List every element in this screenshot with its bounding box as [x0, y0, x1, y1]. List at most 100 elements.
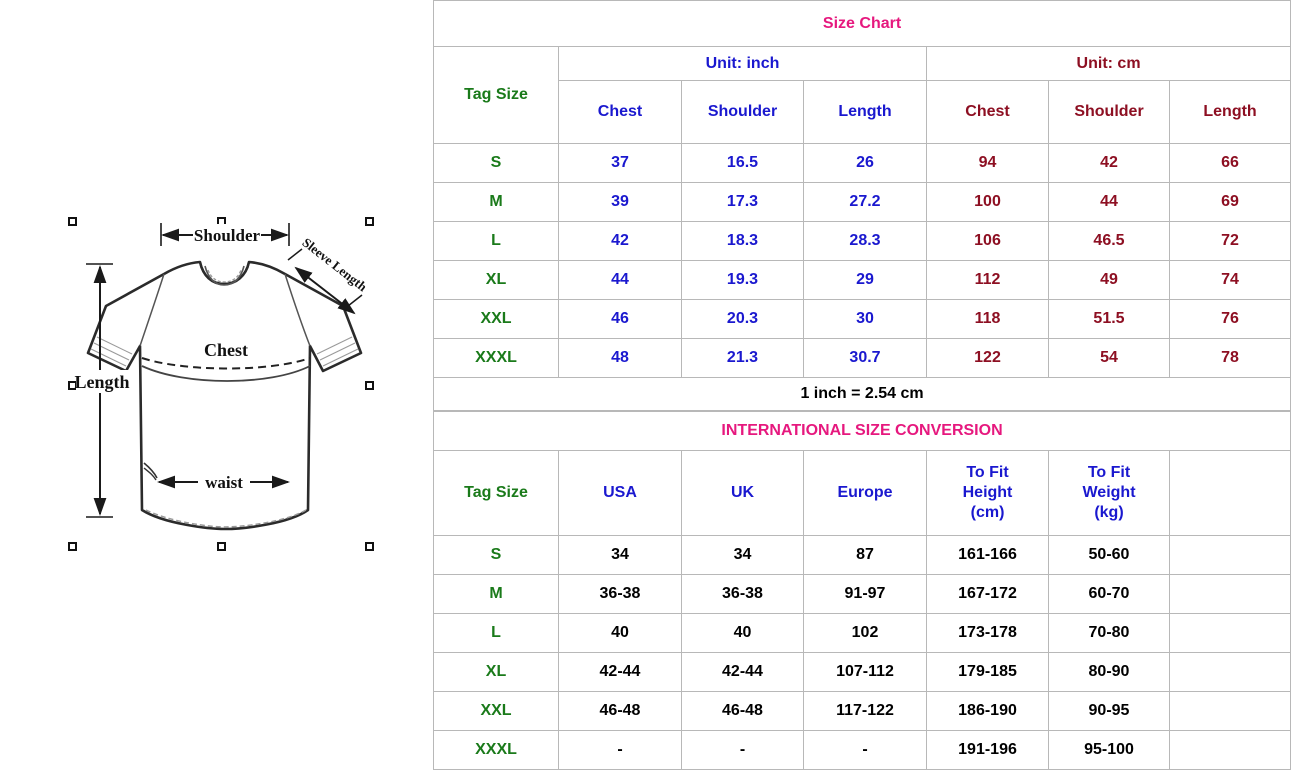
cell-shoulder-cm: 46.5 [1048, 221, 1170, 261]
cell-length-cm: 76 [1168, 299, 1292, 339]
cell-height: 161-166 [926, 535, 1049, 575]
cell-weight: 50-60 [1048, 535, 1170, 575]
cell-length-cm: 78 [1168, 338, 1292, 378]
intl-tag-size-header: Tag Size [433, 450, 559, 536]
international-title-row: INTERNATIONAL SIZE CONVERSION [432, 411, 1292, 451]
cell-chest-cm: 106 [926, 221, 1049, 261]
cell-weight: 60-70 [1048, 574, 1170, 614]
cell-length-inch: 29 [803, 260, 927, 300]
table-row: S 37 16.5 26 94 42 66 [433, 143, 1292, 183]
table-row: XXXL 48 21.3 30.7 122 54 78 [433, 338, 1292, 378]
intl-weight-header-line1: To Fit [1087, 464, 1131, 481]
header-chest-inch: Chest [558, 80, 682, 144]
svg-text:waist: waist [205, 473, 243, 492]
size-chart-table: Size Chart Tag Size Unit: inch Unit: cm … [432, 0, 1292, 411]
intl-uk-header: UK [681, 450, 804, 536]
header-shoulder-cm: Shoulder [1048, 80, 1170, 144]
intl-weight-header-line3: (kg) [1094, 504, 1124, 521]
unit-inch-header: Unit: inch [558, 46, 927, 81]
international-size-conversion-table: INTERNATIONAL SIZE CONVERSION Tag Size U… [432, 411, 1292, 770]
cell-uk: - [681, 730, 804, 770]
cell-length-inch: 30.7 [803, 338, 927, 378]
cell-shoulder-cm: 51.5 [1048, 299, 1170, 339]
cell-length-inch: 30 [803, 299, 927, 339]
table-row: XL 42-44 42-44 107-112 179-185 80-90 [433, 652, 1292, 692]
cell-europe: 102 [803, 613, 927, 653]
cell-weight: 95-100 [1048, 730, 1170, 770]
header-length-cm: Length [1168, 80, 1292, 144]
cell-length-inch: 26 [803, 143, 927, 183]
svg-text:Length: Length [74, 372, 129, 392]
cell-chest-cm: 100 [926, 182, 1049, 222]
table-row: XXL 46 20.3 30 118 51.5 76 [433, 299, 1292, 339]
cell-height: 173-178 [926, 613, 1049, 653]
table-row: XXL 46-48 46-48 117-122 186-190 90-95 [433, 691, 1292, 731]
cell-shoulder-cm: 42 [1048, 143, 1170, 183]
unit-header-row: Tag Size Unit: inch Unit: cm [433, 46, 1292, 144]
cell-tag-size: XXXL [433, 338, 559, 378]
cell-usa: 46-48 [558, 691, 682, 731]
cell-empty [1168, 574, 1292, 614]
intl-usa-header: USA [558, 450, 682, 536]
cell-tag-size: XXL [433, 299, 559, 339]
cell-tag-size: XXXL [433, 730, 559, 770]
cell-usa: 36-38 [558, 574, 682, 614]
cell-uk: 46-48 [681, 691, 804, 731]
cell-height: 179-185 [926, 652, 1049, 692]
cell-usa: 40 [558, 613, 682, 653]
inch-to-cm-note: 1 inch = 2.54 cm [432, 377, 1292, 411]
cell-uk: 34 [681, 535, 804, 575]
table-row: XL 44 19.3 29 112 49 74 [433, 260, 1292, 300]
cell-chest-inch: 42 [558, 221, 682, 261]
conversion-note-row: 1 inch = 2.54 cm [432, 377, 1292, 411]
size-chart-title-row: Size Chart [432, 0, 1292, 47]
cell-europe: 87 [803, 535, 927, 575]
svg-text:Sleeve Length: Sleeve Length [300, 235, 371, 295]
cell-length-cm: 72 [1168, 221, 1292, 261]
cell-empty [1168, 730, 1292, 770]
cell-length-inch: 27.2 [803, 182, 927, 222]
tshirt-diagram-panel: Shoulder Sleeve Length Chest Length wais… [0, 0, 433, 773]
cell-shoulder-inch: 16.5 [681, 143, 804, 183]
cell-empty [1168, 613, 1292, 653]
measure-header-row: Chest Shoulder Length Chest Shoulder Len… [434, 80, 1292, 144]
table-row: L 40 40 102 173-178 70-80 [433, 613, 1292, 653]
cell-tag-size: XL [433, 652, 559, 692]
size-tables-panel: Size Chart Tag Size Unit: inch Unit: cm … [432, 0, 1295, 773]
cell-tag-size: XL [433, 260, 559, 300]
cell-europe: - [803, 730, 927, 770]
table-row: M 36-38 36-38 91-97 167-172 60-70 [433, 574, 1292, 614]
cell-empty [1168, 652, 1292, 692]
table-row: M 39 17.3 27.2 100 44 69 [433, 182, 1292, 222]
size-chart-page: Shoulder Sleeve Length Chest Length wais… [0, 0, 1295, 773]
cell-height: 186-190 [926, 691, 1049, 731]
cell-tag-size: L [433, 613, 559, 653]
cell-tag-size: XXL [433, 691, 559, 731]
cell-europe: 107-112 [803, 652, 927, 692]
cell-height: 191-196 [926, 730, 1049, 770]
cell-empty [1168, 691, 1292, 731]
header-shoulder-inch: Shoulder [681, 80, 804, 144]
cell-shoulder-inch: 19.3 [681, 260, 804, 300]
svg-text:Shoulder: Shoulder [194, 226, 261, 245]
cell-tag-size: L [433, 221, 559, 261]
cell-chest-inch: 37 [558, 143, 682, 183]
cell-shoulder-inch: 17.3 [681, 182, 804, 222]
tag-size-header: Tag Size [433, 46, 559, 144]
cell-shoulder-inch: 20.3 [681, 299, 804, 339]
cell-shoulder-inch: 18.3 [681, 221, 804, 261]
intl-height-header-line1: To Fit [966, 464, 1009, 481]
header-chest-cm: Chest [926, 80, 1049, 144]
intl-weight-header-line2: Weight [1082, 484, 1136, 501]
cell-chest-cm: 112 [926, 260, 1049, 300]
international-title: INTERNATIONAL SIZE CONVERSION [432, 411, 1292, 451]
cell-empty [1168, 535, 1292, 575]
table-row: L 42 18.3 28.3 106 46.5 72 [433, 221, 1292, 261]
cell-uk: 40 [681, 613, 804, 653]
cell-chest-inch: 48 [558, 338, 682, 378]
intl-weight-header: To Fit Weight (kg) [1048, 450, 1170, 536]
cell-weight: 90-95 [1048, 691, 1170, 731]
intl-height-header-line3: (cm) [970, 504, 1005, 521]
cell-europe: 117-122 [803, 691, 927, 731]
unit-cm-header: Unit: cm [925, 46, 1292, 81]
